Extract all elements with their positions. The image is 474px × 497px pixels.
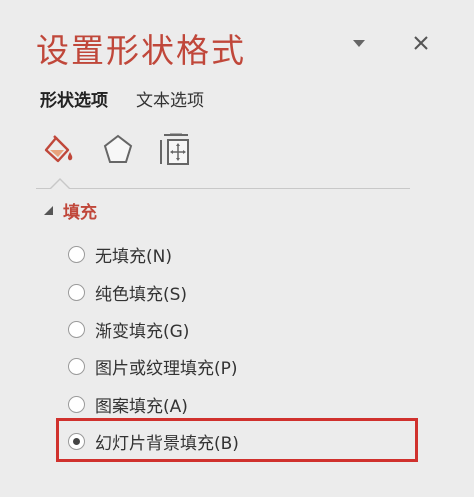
size-properties-button[interactable] <box>156 130 196 170</box>
radio-button[interactable] <box>68 246 85 263</box>
pane-title: 设置形状格式 <box>36 31 246 70</box>
tab-text-options[interactable]: 文本选项 <box>136 86 204 111</box>
highlight-box <box>56 418 418 462</box>
option-label: 图片或纹理填充(P) <box>95 359 238 379</box>
collapse-triangle-icon <box>44 206 53 215</box>
tab-shape-options[interactable]: 形状选项 <box>40 86 108 111</box>
effects-button[interactable] <box>98 130 138 170</box>
close-button[interactable] <box>408 30 434 56</box>
radio-button[interactable] <box>68 284 85 301</box>
active-category-pointer-fill <box>51 180 69 189</box>
pane-options-button[interactable] <box>346 30 372 56</box>
option-label: 纯色填充(S) <box>95 285 188 305</box>
fill-line-icon <box>44 135 73 163</box>
radio-button[interactable] <box>68 321 85 338</box>
option-label: 图案填充(A) <box>95 397 188 417</box>
effects-icon <box>103 134 133 163</box>
radio-button[interactable] <box>68 396 85 413</box>
option-gradient-fill[interactable]: 渐变填充(G) <box>68 317 189 342</box>
radio-button[interactable] <box>68 358 85 375</box>
fill-line-button[interactable] <box>38 130 78 170</box>
size-properties-icon <box>160 133 189 165</box>
category-icon-row <box>36 130 196 170</box>
fill-section-header[interactable]: 填充 <box>44 198 97 223</box>
divider <box>36 188 410 189</box>
option-label: 无填充(N) <box>95 247 172 267</box>
option-solid-fill[interactable]: 纯色填充(S) <box>68 280 187 305</box>
section-title: 填充 <box>63 203 97 223</box>
option-picture-texture-fill[interactable]: 图片或纹理填充(P) <box>68 354 238 379</box>
option-no-fill[interactable]: 无填充(N) <box>68 242 172 267</box>
option-label: 渐变填充(G) <box>95 322 190 342</box>
format-shape-pane: 设置形状格式 形状选项 文本选项 填充 无填充(N) 纯色填充(S) 渐变填充(… <box>0 0 474 497</box>
triangle-down-icon <box>353 40 365 47</box>
options-tabs: 形状选项 文本选项 <box>40 86 232 111</box>
option-pattern-fill[interactable]: 图案填充(A) <box>68 392 188 417</box>
close-icon <box>414 36 428 50</box>
